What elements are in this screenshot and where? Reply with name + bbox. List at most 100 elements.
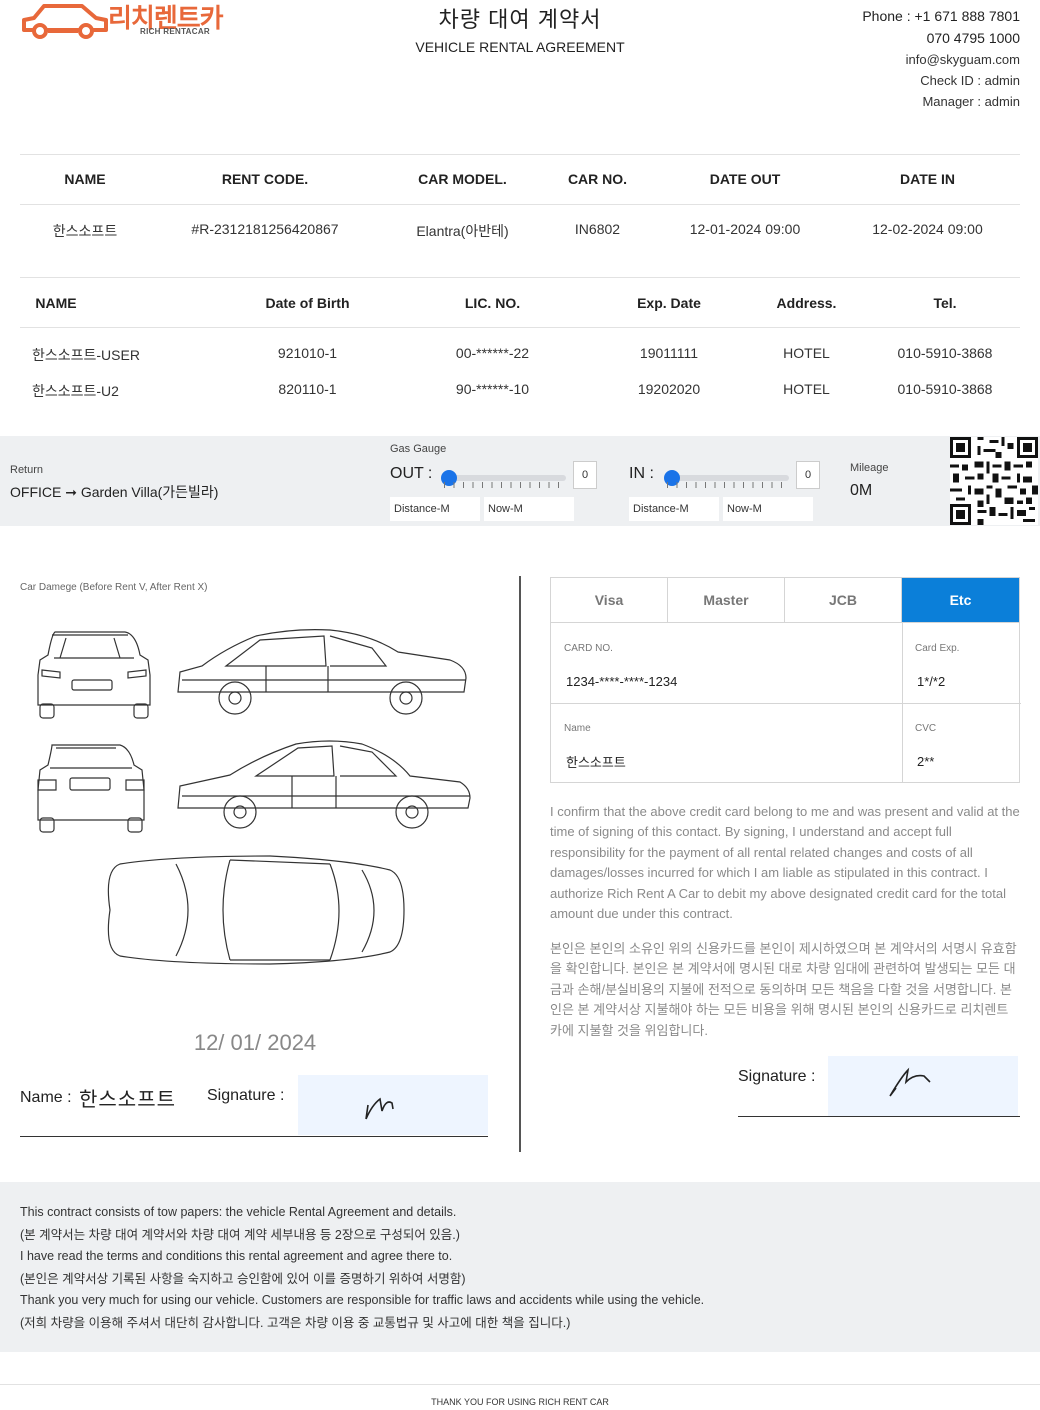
tab-jcb[interactable]: JCB (785, 578, 902, 623)
contract-date: 12/ 01/ 2024 (193, 1030, 317, 1055)
footer-line-1: This contract consists of tow papers: th… (20, 1205, 457, 1219)
renter-name: 한스소프트 (52, 223, 118, 239)
card-signature-label: Signature : (738, 1068, 816, 1085)
footer-line-4: (본인은 계약서상 기록된 사항을 숙지하고 승인함에 있어 이를 증명하기 위… (20, 1272, 466, 1286)
gas-out-ticks (444, 482, 564, 488)
out-distance-input[interactable]: Distance-M (390, 497, 480, 521)
card-signature-underline (738, 1116, 1020, 1117)
col-date-out: DATE OUT (709, 171, 781, 187)
email: info@skyguam.com (905, 52, 1020, 67)
table-row: 한스소프트 #R-2312181256420867 Elantra(아반테) I… (20, 221, 1020, 241)
rent-code: #R-2312181256420867 (191, 221, 339, 237)
driver-tel: 010-5910-3868 (897, 381, 993, 397)
mileage-value: 0M (850, 482, 873, 499)
col-name: NAME (64, 171, 106, 187)
phone-number: Phone : +1 671 888 7801 (862, 8, 1020, 24)
phone-number-2: 070 4795 1000 (926, 30, 1020, 46)
car-no: IN6802 (574, 221, 621, 237)
in-distance-input[interactable]: Distance-M (629, 497, 719, 521)
terms-english: I confirm that the above credit card bel… (550, 804, 1020, 922)
col-dob: Date of Birth (265, 295, 350, 311)
tab-etc[interactable]: Etc (902, 578, 1019, 623)
gas-in-label: IN : (629, 465, 654, 482)
driver-table: NAME Date of Birth LIC. NO. Exp. Date Ad… (20, 278, 1020, 408)
driver-exp-date: 19011111 (639, 345, 699, 361)
card-number-field[interactable]: 1234-****-****-1234 (566, 674, 677, 689)
return-label: Return (10, 464, 44, 476)
table-row: 한스소프트-USER 921010-1 00-******-22 1901111… (20, 345, 1020, 365)
signature-underline (20, 1136, 488, 1137)
driver-exp-date: 19202020 (637, 381, 701, 397)
rental-table-header: NAME RENT CODE. CAR MODEL. CAR NO. DATE … (20, 171, 1020, 191)
gas-out-slider[interactable] (441, 470, 566, 486)
card-number-label: CARD NO. (564, 643, 613, 654)
col-address: Address. (776, 295, 837, 311)
car-damage-diagram[interactable] (30, 620, 480, 980)
signature-mark-icon (365, 1097, 394, 1120)
car-rear-icon (37, 744, 145, 833)
card-exp-field[interactable]: 1*/*2 (917, 674, 945, 689)
rental-table: NAME RENT CODE. CAR MODEL. CAR NO. DATE … (20, 154, 1020, 278)
terms-korean: 본인은 본인의 소유인 위의 신용카드를 본인이 제시하였으며 본 계약서의 서… (550, 941, 1017, 1038)
footer-line-2: (본 계약서는 차량 대여 계약서와 차량 대여 계약 세부내용 등 2장으로 … (20, 1228, 460, 1242)
thank-you-text: THANK YOU FOR USING RICH RENT CAR (431, 1397, 609, 1407)
card-cvc-field[interactable]: 2** (917, 754, 934, 769)
table-row: 한스소프트-U2 820110-1 90-******-10 19202020 … (20, 381, 1020, 401)
col-lic-no: LIC. NO. (464, 295, 521, 311)
gas-out-label: OUT : (390, 465, 433, 482)
tab-master[interactable]: Master (668, 578, 785, 623)
tab-visa[interactable]: Visa (551, 578, 668, 623)
car-front-icon (37, 631, 151, 719)
driver-name: 한스소프트-U2 (32, 383, 119, 399)
card-name-label: Name (564, 723, 591, 734)
in-now-input[interactable]: Now-M (723, 497, 813, 521)
signature-label: Signature : (207, 1087, 285, 1104)
header: 리치렌트카 RICH RENTACAR 차량 대여 계약서 VEHICLE RE… (0, 0, 1040, 130)
panel-divider (519, 576, 521, 1152)
trip-band: Return OFFICE ➞ Garden Villa(가든빌라) Gas G… (0, 436, 1040, 526)
col-tel: Tel. (933, 295, 957, 311)
gas-in-value[interactable]: 0 (796, 461, 820, 489)
footer-line-6: (저희 차량을 이용해 주셔서 대단히 감사합니다. 고객은 차량 이용 중 교… (20, 1316, 571, 1330)
car-damage-label: Car Damege (Before Rent V, After Rent X) (20, 582, 208, 593)
car-model: Elantra(아반테) (416, 223, 509, 239)
driver-name: 한스소프트-USER (32, 347, 140, 363)
driver-address: HOTEL (783, 345, 830, 361)
gas-in-ticks (667, 482, 787, 488)
card-cvc-label: CVC (915, 723, 937, 734)
card-signature-pad[interactable] (828, 1056, 1018, 1116)
manager: Manager : admin (922, 94, 1020, 109)
date-in: 12-02-2024 09:00 (872, 221, 983, 237)
gas-out-value[interactable]: 0 (573, 461, 597, 489)
col-exp-date: Exp. Date (637, 295, 701, 311)
out-now-input[interactable]: Now-M (484, 497, 574, 521)
footer-line-5: Thank you very much for using our vehicl… (20, 1293, 705, 1307)
driver-table-header: NAME Date of Birth LIC. NO. Exp. Date Ad… (20, 295, 1020, 315)
contact-info: Phone : +1 671 888 7801 070 4795 1000 in… (862, 5, 1020, 112)
footer-line-3: I have read the terms and conditions thi… (20, 1249, 453, 1263)
col-car-no: CAR NO. (567, 171, 628, 187)
qr-code-icon (950, 437, 1038, 525)
driver-dob: 921010-1 (277, 345, 338, 361)
card-name-field[interactable]: 한스소프트 (566, 752, 626, 771)
credit-card-panel: Visa Master JCB Etc CARD NO. 1234-****-*… (550, 577, 1021, 783)
col-driver-name: NAME (35, 295, 77, 311)
col-car-model: CAR MODEL. (418, 171, 507, 187)
driver-lic-no: 90-******-10 (455, 381, 530, 397)
car-side-left-icon (177, 740, 471, 829)
signature-mark-icon (889, 1067, 931, 1097)
col-rent-code: RENT CODE. (221, 171, 309, 187)
driver-address: HOTEL (783, 381, 830, 397)
card-exp-label: Card Exp. (915, 643, 960, 654)
driver-tel: 010-5910-3868 (897, 345, 993, 361)
col-date-in: DATE IN (900, 171, 955, 187)
driver-dob: 820110-1 (278, 381, 337, 397)
mileage-label: Mileage (850, 462, 889, 474)
renter-name-label: Name : (20, 1089, 72, 1106)
renter-signature-pad[interactable] (298, 1075, 488, 1135)
gas-in-slider[interactable] (664, 470, 789, 486)
check-id: Check ID : admin (920, 73, 1020, 88)
driver-lic-no: 00-******-22 (455, 345, 530, 361)
footer-notes: This contract consists of tow papers: th… (0, 1182, 1040, 1352)
car-side-right-icon (177, 629, 467, 715)
